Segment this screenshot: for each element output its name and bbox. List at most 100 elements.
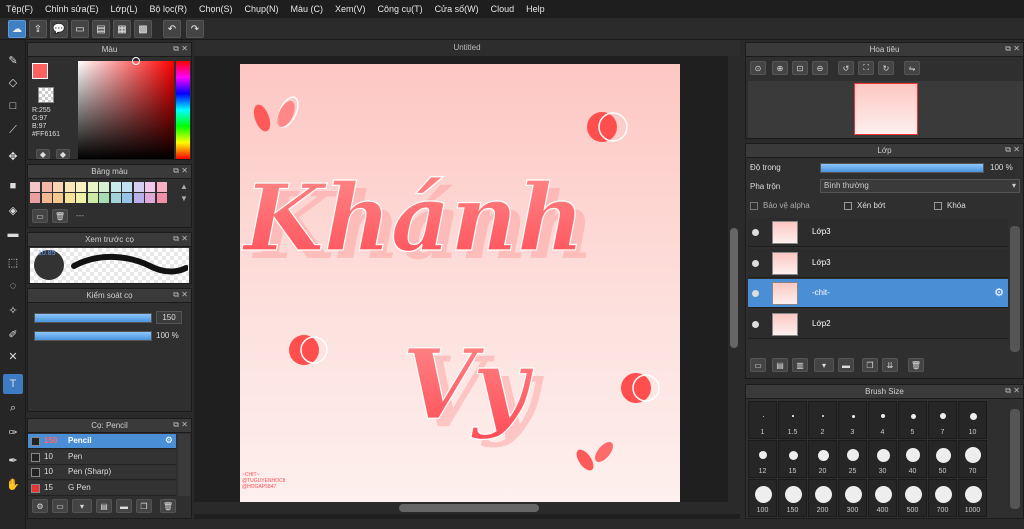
menu-item[interactable]: Lớp(L) (111, 4, 138, 14)
pen-tool-icon[interactable]: ✒ (3, 450, 23, 470)
brush-size-cell[interactable]: 700 (928, 479, 957, 517)
menu-item[interactable]: Cửa số(W) (435, 4, 479, 14)
gear-icon[interactable]: ⚙ (165, 435, 173, 446)
background-color[interactable] (38, 87, 54, 103)
brush-size-cell[interactable]: 15 (778, 440, 807, 478)
swatch[interactable] (64, 193, 75, 203)
brush-list-item[interactable]: 10 Pen (Sharp) (28, 465, 176, 480)
brush-size-cell[interactable]: 300 (838, 479, 867, 517)
swatch[interactable] (41, 193, 52, 203)
cloud-icon[interactable]: ☁ (8, 20, 26, 38)
close-icon[interactable]: ✕ (1013, 386, 1020, 395)
brush-list-item[interactable]: 10 Pen (28, 449, 176, 465)
swatch-scroll-up-icon[interactable]: ▲ (180, 182, 188, 191)
swatch[interactable] (133, 193, 144, 203)
brush-size-cell[interactable]: 10 (958, 401, 987, 439)
bucket-tool-icon[interactable]: ◈ (3, 200, 23, 220)
swatch[interactable] (110, 193, 121, 203)
rect-tool-icon[interactable]: □ (3, 96, 23, 116)
swatch[interactable] (76, 193, 86, 203)
add-brush-menu-icon[interactable]: ▾ (72, 499, 92, 513)
layer-opacity-slider[interactable] (820, 163, 984, 173)
layer-add-menu-icon[interactable]: ▾ (814, 358, 834, 372)
navigator-view[interactable] (748, 81, 1023, 138)
close-icon[interactable]: ✕ (181, 166, 188, 175)
brush-size-cell[interactable]: 50 (928, 440, 957, 478)
actual-size-icon[interactable]: ⊡ (792, 61, 808, 75)
menu-item[interactable]: Cloud (491, 4, 515, 14)
zoom-out-icon[interactable]: ⊖ (812, 61, 828, 75)
brush-size-slider[interactable] (34, 313, 152, 323)
flip-icon[interactable]: ⇋ (904, 61, 920, 75)
brush-size-cell[interactable]: 7 (928, 401, 957, 439)
layer-row[interactable]: Lớp3 (748, 248, 1008, 278)
brush-list-item[interactable]: 150 Pencil ⚙ (28, 434, 176, 449)
swatch[interactable] (156, 193, 167, 203)
swatch[interactable] (156, 182, 167, 192)
layer-folder-icon[interactable]: ▬ (838, 358, 854, 372)
visibility-icon[interactable] (752, 229, 759, 236)
brush-size-cell[interactable]: 3 (838, 401, 867, 439)
eyedropper-icon[interactable]: ✑ (3, 422, 23, 442)
rotate-left-icon[interactable]: ↺ (838, 61, 854, 75)
menu-item[interactable]: Tệp(F) (6, 4, 33, 14)
swatch[interactable] (64, 182, 75, 192)
new-layer-alt-icon[interactable]: ▤ (772, 358, 788, 372)
vertical-scroll-thumb[interactable] (730, 228, 738, 348)
brush-opacity-slider[interactable] (34, 331, 152, 341)
brush-size-cell[interactable]: 20 (808, 440, 837, 478)
visibility-icon[interactable] (752, 320, 759, 328)
brush-size-cell[interactable]: 30 (868, 440, 897, 478)
delete-layer-icon[interactable]: 🗑 (908, 358, 924, 372)
saturation-value-picker[interactable] (78, 61, 174, 159)
brush-size-cell[interactable]: 400 (868, 479, 897, 517)
redo-icon[interactable]: ↷ (186, 20, 204, 38)
brush-folder-icon[interactable]: ▬ (116, 499, 132, 513)
select-eraser-icon[interactable]: ✕ (3, 346, 23, 366)
gradient-tool-icon[interactable]: ▬ (3, 224, 23, 244)
swatch[interactable] (87, 182, 98, 192)
fill-rect-tool-icon[interactable]: ■ (3, 176, 23, 196)
new-brush-icon[interactable]: ▭ (52, 499, 68, 513)
menu-item[interactable]: Công cụ(T) (378, 4, 423, 14)
protect-alpha-checkbox[interactable] (750, 202, 758, 210)
layer-row[interactable]: -chit- ⚙ (748, 279, 1008, 308)
brush-size-cell[interactable]: 12 (748, 440, 777, 478)
swatch[interactable] (99, 182, 109, 192)
layer-merge-icon[interactable]: ⇊ (882, 358, 898, 372)
layer-row[interactable]: Lớp3 (748, 218, 1008, 247)
close-icon[interactable]: ✕ (181, 420, 188, 429)
comment-icon[interactable]: ▭ (71, 20, 89, 38)
swatch[interactable] (87, 193, 98, 203)
hue-slider[interactable] (176, 61, 190, 159)
brush-document-icon[interactable]: ▤ (96, 499, 112, 513)
brush-size-cell[interactable]: 150 (778, 479, 807, 517)
popout-icon[interactable]: ⧉ (173, 234, 179, 244)
menu-item[interactable]: Help (526, 4, 545, 14)
menu-item[interactable]: Chỉnh sửa(E) (45, 4, 99, 14)
close-icon[interactable]: ✕ (181, 44, 188, 53)
zoom-in-icon[interactable]: ⊕ (772, 61, 788, 75)
brush-size-scroll-thumb[interactable] (1010, 409, 1020, 509)
menu-item[interactable]: Chụp(N) (245, 4, 279, 14)
delete-swatch-icon[interactable]: 🗑 (52, 209, 68, 223)
horizontal-scroll-thumb[interactable] (399, 504, 539, 512)
swatch[interactable] (99, 193, 109, 203)
swatch[interactable] (133, 182, 144, 192)
lasso-icon[interactable]: ◌ (3, 276, 23, 296)
visibility-icon[interactable] (752, 290, 759, 297)
rotate-right-icon[interactable]: ↻ (878, 61, 894, 75)
popout-icon[interactable]: ⧉ (173, 290, 179, 300)
close-icon[interactable]: ✕ (1013, 44, 1020, 53)
swap-color-button[interactable]: ◆ (56, 149, 70, 159)
swatch[interactable] (53, 193, 63, 203)
brush-size-cell[interactable]: 5 (898, 401, 927, 439)
brush-settings-icon[interactable]: ⚙ (32, 499, 48, 513)
popout-icon[interactable]: ⧉ (173, 166, 179, 176)
brush-size-cell[interactable]: 1 (748, 401, 777, 439)
brush-size-value[interactable]: 150 (156, 311, 182, 324)
brush-list-item[interactable]: 15 G Pen (28, 480, 176, 496)
canvas-tab[interactable]: Untitled (194, 40, 740, 56)
brush-size-cell[interactable]: 70 (958, 440, 987, 478)
brush-size-cell[interactable]: 200 (808, 479, 837, 517)
